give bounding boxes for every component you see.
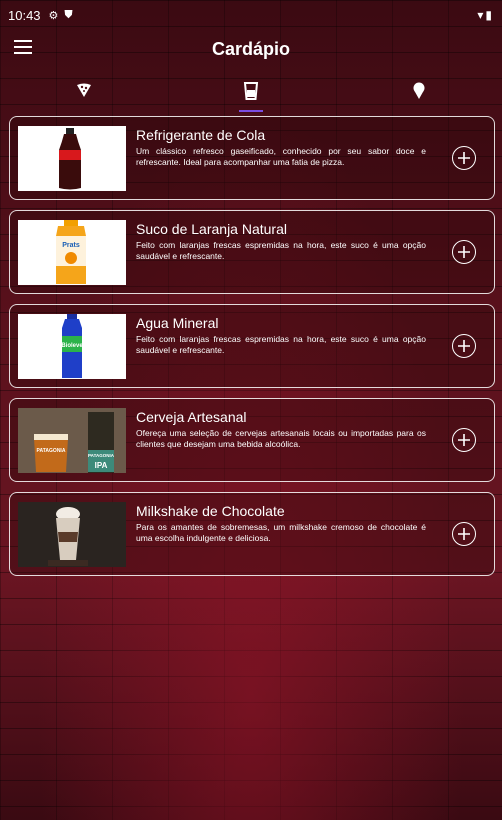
- beer-brand-label-2: PATAGONIA: [88, 453, 115, 458]
- add-button[interactable]: [452, 428, 476, 452]
- tab-pizza[interactable]: [64, 78, 104, 114]
- item-name: Suco de Laranja Natural: [136, 221, 287, 237]
- list-item[interactable]: Prats Suco de Laranja Natural Feito com …: [9, 210, 495, 294]
- water-brand-label: Bioleve: [61, 343, 83, 349]
- add-button[interactable]: [452, 522, 476, 546]
- item-description: Para os amantes de sobremesas, um milksh…: [136, 522, 426, 543]
- item-name: Cerveja Artesanal: [136, 409, 247, 425]
- item-description: Feito com laranjas frescas espremidas na…: [136, 334, 426, 355]
- settings-status-icon: ⚙: [48, 9, 59, 22]
- app-bar: Cardápio: [0, 30, 502, 68]
- ice-cream-icon: [413, 82, 425, 99]
- tab-desserts[interactable]: [399, 78, 439, 114]
- cola-image: [18, 126, 126, 191]
- plus-icon: [458, 434, 470, 446]
- category-tabs: [0, 78, 502, 114]
- page-title: Cardápio: [211, 38, 290, 59]
- add-button[interactable]: [452, 240, 476, 264]
- item-name: Refrigerante de Cola: [136, 127, 266, 143]
- status-time: 10:43: [8, 7, 41, 23]
- wifi-battery-icons: ▾▮: [477, 8, 494, 22]
- add-button[interactable]: [452, 334, 476, 358]
- item-description: Um clássico refresco gaseificado, conhec…: [136, 146, 426, 167]
- beer-brand-label-1: PATAGONIA: [37, 448, 66, 454]
- plus-icon: [458, 152, 470, 164]
- tab-drinks[interactable]: [231, 78, 271, 114]
- menu-icon[interactable]: [14, 40, 32, 54]
- pizza-icon: [77, 83, 91, 97]
- plus-icon: [458, 246, 470, 258]
- add-button[interactable]: [452, 146, 476, 170]
- shield-status-icon: ⛊: [64, 8, 73, 21]
- drinks-list: Refrigerante de Cola Um clássico refresc…: [9, 116, 495, 586]
- item-description: Feito com laranjas frescas espremidas na…: [136, 240, 426, 261]
- item-description: Ofereça uma seleção de cervejas artesana…: [136, 428, 426, 449]
- item-name: Agua Mineral: [136, 315, 219, 331]
- milkshake-image: [18, 502, 126, 567]
- list-item[interactable]: PATAGONIA PATAGONIA IPA Cerveja Artesana…: [9, 398, 495, 482]
- water-bottle-image: Bioleve: [18, 314, 126, 379]
- beer-image: PATAGONIA PATAGONIA IPA: [18, 408, 126, 473]
- beer-style-label: IPA: [95, 461, 108, 470]
- plus-icon: [458, 340, 470, 352]
- plus-icon: [458, 528, 470, 540]
- orange-juice-image: Prats: [18, 220, 126, 285]
- item-name: Milkshake de Chocolate: [136, 503, 285, 519]
- list-item[interactable]: Bioleve Agua Mineral Feito com laranjas …: [9, 304, 495, 388]
- list-item[interactable]: Refrigerante de Cola Um clássico refresc…: [9, 116, 495, 200]
- list-item[interactable]: Milkshake de Chocolate Para os amantes d…: [9, 492, 495, 576]
- status-bar: 10:43 ⚙ ⛊ ▾▮: [0, 0, 502, 30]
- juice-brand-label: Prats: [62, 242, 80, 249]
- drink-icon: [243, 82, 259, 100]
